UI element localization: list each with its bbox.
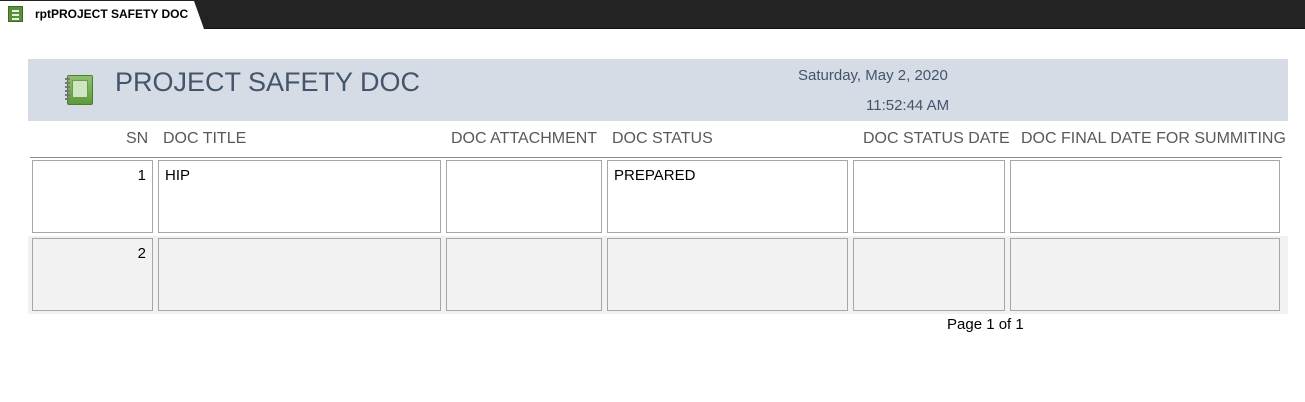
table-row: 1 HIP PREPARED xyxy=(28,158,1288,236)
document-tab-bar: rptPROJECT SAFETY DOC xyxy=(0,0,1305,29)
column-header-doc-attachment: DOC ATTACHMENT xyxy=(451,130,598,147)
report-title: PROJECT SAFETY DOC xyxy=(115,67,421,97)
cell-doc-status[interactable] xyxy=(607,238,848,311)
table-row: 2 xyxy=(28,236,1288,314)
cell-doc-final-date[interactable] xyxy=(1010,160,1280,233)
report-icon xyxy=(8,6,23,22)
report-tab[interactable]: rptPROJECT SAFETY DOC xyxy=(0,1,204,29)
cell-sn[interactable]: 2 xyxy=(32,238,153,311)
cell-doc-status[interactable]: PREPARED xyxy=(607,160,848,233)
cell-doc-title[interactable]: HIP xyxy=(158,160,441,233)
column-header-doc-title: DOC TITLE xyxy=(163,130,247,147)
cell-doc-status-date[interactable] xyxy=(853,160,1005,233)
column-header-doc-status-date: DOC STATUS DATE xyxy=(863,130,1010,147)
cell-doc-final-date[interactable] xyxy=(1010,238,1280,311)
column-header-sn: SN xyxy=(126,130,149,147)
notebook-icon xyxy=(65,75,93,105)
cell-sn[interactable]: 1 xyxy=(32,160,153,233)
cell-doc-status-date[interactable] xyxy=(853,238,1005,311)
cell-doc-title[interactable] xyxy=(158,238,441,311)
column-header-doc-final-date: DOC FINAL DATE FOR SUMMITING xyxy=(1021,130,1286,147)
column-header-doc-status: DOC STATUS xyxy=(612,130,713,147)
report-header: PROJECT SAFETY DOC Saturday, May 2, 2020… xyxy=(28,59,1288,121)
report-date: Saturday, May 2, 2020 xyxy=(798,67,948,84)
report-tab-label: rptPROJECT SAFETY DOC xyxy=(35,7,189,21)
cell-doc-attachment[interactable] xyxy=(446,238,602,311)
report-time: 11:52:44 AM xyxy=(866,97,950,114)
cell-doc-attachment[interactable] xyxy=(446,160,602,233)
page-number: Page 1 of 1 xyxy=(947,316,1024,333)
